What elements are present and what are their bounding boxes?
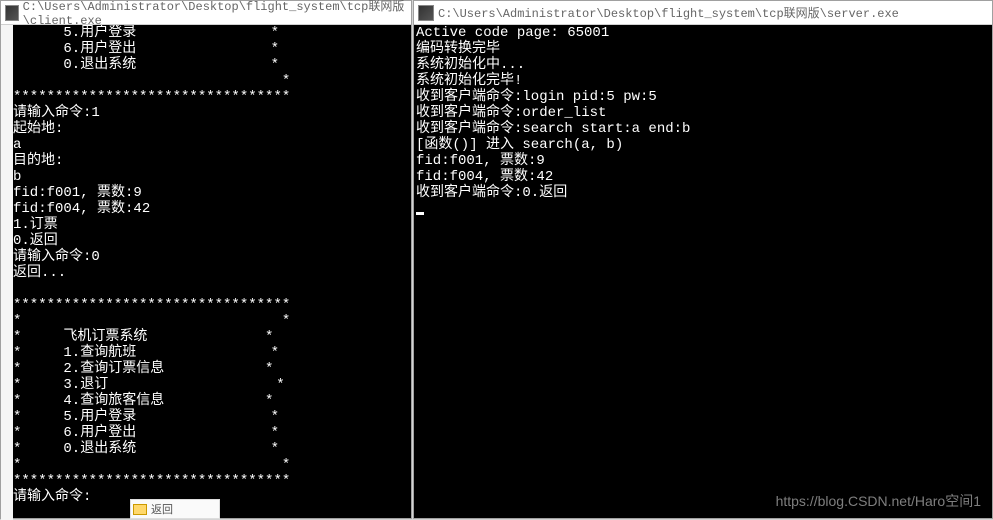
server-window: C:\Users\Administrator\Desktop\flight_sy… [413, 0, 993, 519]
server-console[interactable]: Active code page: 65001 编码转换完毕 系统初始化中...… [414, 25, 992, 518]
client-window: C:\Users\Administrator\Desktop\flight_sy… [0, 0, 412, 519]
desktop-item-label: 返回 [151, 501, 173, 517]
server-console-content: Active code page: 65001 编码转换完毕 系统初始化中...… [414, 25, 992, 217]
cursor [416, 212, 424, 215]
left-edge-strip [1, 25, 13, 520]
client-titlebar[interactable]: C:\Users\Administrator\Desktop\flight_sy… [1, 1, 411, 25]
folder-icon [133, 504, 147, 515]
app-icon [418, 5, 434, 21]
client-console-content: 5.用户登录 * 6.用户登出 * 0.退出系统 * * ***********… [13, 25, 411, 505]
server-titlebar[interactable]: C:\Users\Administrator\Desktop\flight_sy… [414, 1, 992, 25]
desktop-item: 返回 [130, 499, 220, 519]
server-title-text: C:\Users\Administrator\Desktop\flight_sy… [438, 4, 899, 21]
app-icon [5, 5, 19, 21]
client-console[interactable]: 5.用户登录 * 6.用户登出 * 0.退出系统 * * ***********… [1, 25, 411, 518]
watermark-text: https://blog.CSDN.net/Haro空间1 [776, 491, 981, 511]
client-title-text: C:\Users\Administrator\Desktop\flight_sy… [23, 0, 407, 28]
